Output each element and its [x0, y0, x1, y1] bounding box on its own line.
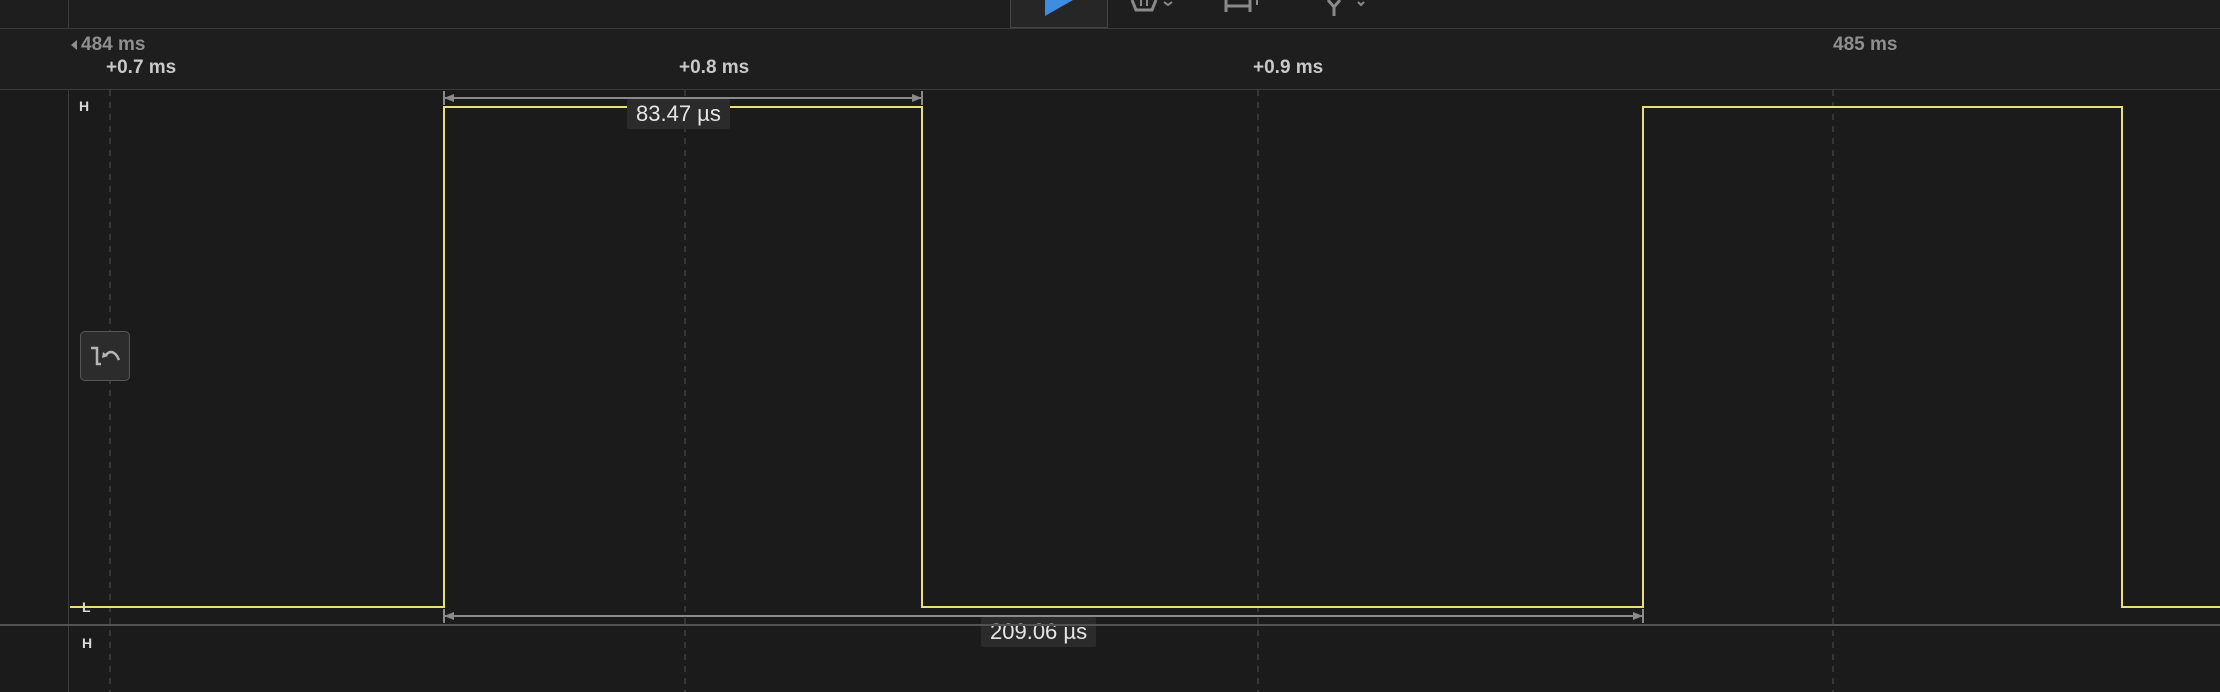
low-level-label: L	[82, 599, 91, 615]
edge-trigger-button[interactable]	[80, 331, 130, 381]
channel-gutter-divider	[68, 90, 69, 692]
channel-separator[interactable]	[0, 624, 2220, 626]
high-level-label: H	[79, 98, 90, 114]
period-label: 209.06 µs	[981, 617, 1097, 647]
waveform-area[interactable]	[0, 0, 2220, 692]
next-channel-high-label: H	[82, 635, 93, 651]
signal-trace	[70, 106, 2220, 608]
edge-trigger-icon	[91, 346, 121, 366]
pulse-width-label: 83.47 µs	[627, 99, 730, 129]
